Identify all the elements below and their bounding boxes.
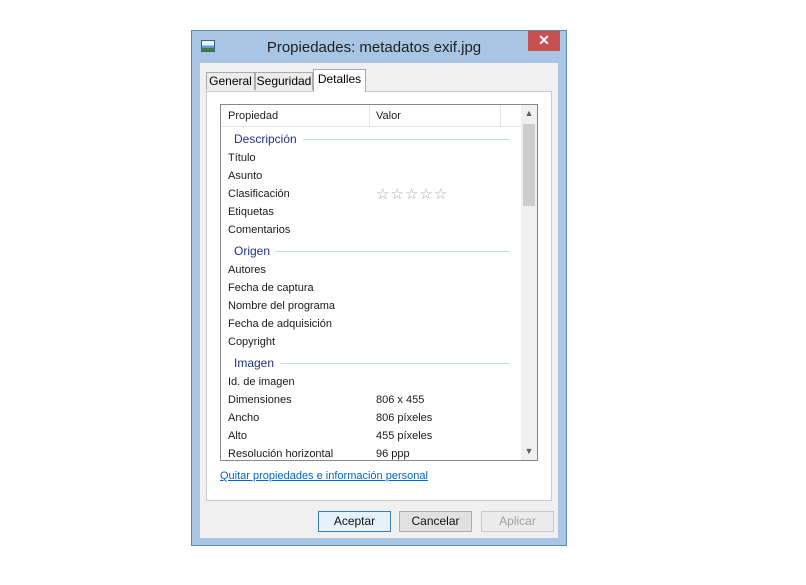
property-row[interactable]: Clasificación ☆☆☆☆☆: [221, 185, 521, 203]
list-rows: Descripción Título Asunto Clasificación ☆☆☆☆…: [221, 127, 521, 460]
property-value: 96 ppp: [376, 448, 410, 460]
details-panel: Propiedad Valor Descripción Título Asunto C…: [206, 91, 552, 501]
star-icon[interactable]: ☆: [434, 186, 447, 203]
property-name: Título: [228, 152, 256, 164]
group-label: Origen: [234, 244, 271, 258]
property-name: Dimensiones: [228, 394, 292, 406]
property-name: Copyright: [228, 336, 276, 348]
property-row[interactable]: Resolución horizontal 96 ppp: [221, 445, 521, 460]
group-label: Descripción: [234, 132, 297, 146]
property-row[interactable]: Fecha de captura: [221, 279, 521, 297]
group-header[interactable]: Imagen: [221, 351, 521, 373]
group-divider: [276, 251, 509, 252]
property-value: 806 píxeles: [376, 412, 433, 424]
property-row[interactable]: Ancho 806 píxeles: [221, 409, 521, 427]
column-divider[interactable]: [500, 105, 501, 127]
apply-button[interactable]: Aplicar: [481, 511, 554, 532]
property-name: Resolución horizontal: [228, 448, 334, 460]
property-row[interactable]: Alto 455 píxeles: [221, 427, 521, 445]
property-row[interactable]: Autores: [221, 261, 521, 279]
tab-seguridad[interactable]: Seguridad: [255, 72, 313, 90]
tab-general[interactable]: General: [206, 72, 255, 90]
property-name: Fecha de adquisición: [228, 318, 332, 330]
vertical-scrollbar[interactable]: ▲ ▼: [521, 105, 537, 460]
title-bar[interactable]: Propiedades: metadatos exif.jpg ✕: [192, 31, 566, 63]
properties-window: Propiedades: metadatos exif.jpg ✕ Genera…: [191, 30, 567, 546]
close-button[interactable]: ✕: [528, 31, 560, 51]
property-name: Etiquetas: [228, 206, 274, 218]
star-icon[interactable]: ☆: [405, 186, 418, 203]
accept-button[interactable]: Aceptar: [318, 511, 391, 532]
property-name: Fecha de captura: [228, 282, 314, 294]
property-name: Asunto: [228, 170, 263, 182]
star-icon[interactable]: ☆: [376, 186, 389, 203]
property-row[interactable]: Id. de imagen: [221, 373, 521, 391]
column-divider[interactable]: [369, 105, 370, 127]
scroll-thumb[interactable]: [523, 124, 535, 206]
property-row[interactable]: Comentarios: [221, 221, 521, 239]
properties-list[interactable]: Propiedad Valor Descripción Título Asunto C…: [220, 104, 538, 461]
list-header: Propiedad Valor: [221, 105, 521, 127]
dialog-body: General Seguridad Detalles Propiedad Val…: [200, 63, 558, 538]
cancel-button[interactable]: Cancelar: [399, 511, 472, 532]
window-title: Propiedades: metadatos exif.jpg: [266, 39, 482, 56]
scroll-down-icon[interactable]: ▼: [521, 443, 537, 460]
column-header-property[interactable]: Propiedad: [228, 105, 278, 127]
property-name: Alto: [228, 430, 247, 442]
property-name: Autores: [228, 264, 266, 276]
property-row[interactable]: Nombre del programa: [221, 297, 521, 315]
property-row[interactable]: Fecha de adquisición: [221, 315, 521, 333]
scroll-up-icon[interactable]: ▲: [521, 105, 537, 122]
property-row[interactable]: Copyright: [221, 333, 521, 351]
group-divider: [303, 139, 509, 140]
group-divider: [280, 363, 509, 364]
property-name: Comentarios: [228, 224, 291, 236]
star-icon[interactable]: ☆: [390, 186, 403, 203]
property-row[interactable]: Etiquetas: [221, 203, 521, 221]
property-row[interactable]: Asunto: [221, 167, 521, 185]
image-file-icon: [201, 40, 215, 52]
group-header[interactable]: Origen: [221, 239, 521, 261]
rating-stars[interactable]: ☆☆☆☆☆: [376, 185, 448, 203]
column-header-value[interactable]: Valor: [376, 105, 401, 127]
group-header[interactable]: Descripción: [221, 127, 521, 149]
property-value: 806 x 455: [376, 394, 425, 406]
star-icon[interactable]: ☆: [419, 186, 432, 203]
property-value: 455 píxeles: [376, 430, 433, 442]
tab-detalles[interactable]: Detalles: [313, 69, 366, 92]
property-name: Ancho: [228, 412, 260, 424]
property-row[interactable]: Dimensiones 806 x 455: [221, 391, 521, 409]
property-row[interactable]: Título: [221, 149, 521, 167]
group-label: Imagen: [234, 356, 275, 370]
property-name: Id. de imagen: [228, 376, 295, 388]
remove-properties-link[interactable]: Quitar propiedades e información persona…: [220, 470, 428, 482]
property-name: Clasificación: [228, 188, 290, 200]
property-name: Nombre del programa: [228, 300, 335, 312]
